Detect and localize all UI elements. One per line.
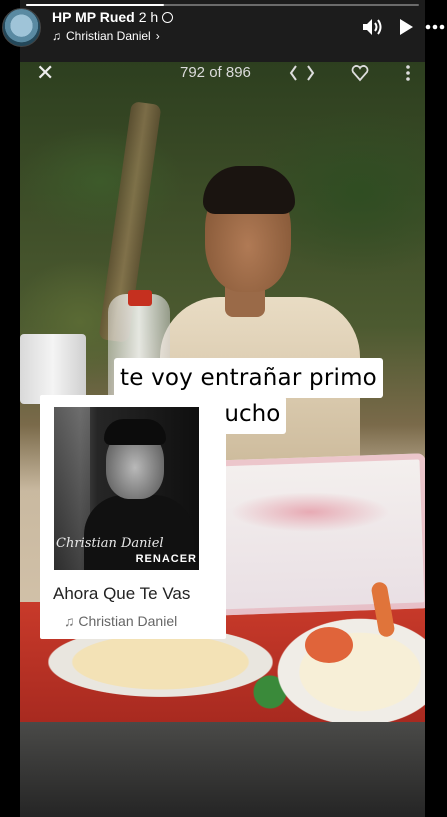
expand-icon (289, 65, 315, 81)
plastic-cups (20, 334, 86, 404)
album-title-text: RENACER (135, 553, 197, 565)
music-note-icon: ♫ (64, 613, 75, 629)
music-note-icon: ♫ (52, 29, 61, 43)
photo-viewer-icons (289, 64, 411, 82)
globe-icon (162, 12, 174, 23)
person-hair (203, 166, 295, 214)
song-artist: Christian Daniel (78, 613, 178, 629)
close-icon: ✕ (36, 62, 55, 85)
cake-decoration (230, 492, 390, 532)
play-icon[interactable] (395, 16, 417, 38)
song-artist-row: ♫ Christian Daniel (64, 613, 177, 629)
song-title: Ahora Que Te Vas (53, 584, 191, 603)
photo-viewer-bar: ✕ 792 of 896 (20, 62, 425, 88)
post-time: 2 h (138, 9, 159, 25)
more-options-icon[interactable] (424, 16, 446, 38)
song-link-label: Christian Daniel (66, 29, 151, 43)
story-bottom-area (20, 722, 425, 817)
bottle-cap (128, 290, 152, 306)
chevron-right-icon: › (155, 29, 160, 43)
avatar[interactable] (2, 8, 41, 47)
song-link[interactable]: ♫ Christian Daniel › (52, 29, 160, 43)
kebab-icon (406, 65, 410, 81)
poster-row: HP MP Rued 2 h (52, 9, 174, 25)
photo-counter: 792 of 896 (180, 64, 251, 81)
tomato-slice (305, 627, 353, 663)
plate-of-rice (275, 617, 425, 722)
heart-icon (351, 65, 369, 82)
story-header: HP MP Rued 2 h ♫ Christian Daniel › (0, 0, 447, 52)
album-figure-hair (104, 419, 166, 445)
cake (205, 453, 425, 616)
story-viewer[interactable]: ✕ 792 of 896 te voy entrañar primo mucho (20, 0, 425, 817)
album-cover: Christian Daniel RENACER (54, 407, 199, 570)
album-artist-text: Christian Daniel (56, 536, 164, 551)
poster-name[interactable]: HP MP Rued (52, 9, 135, 25)
music-sticker[interactable]: Christian Daniel RENACER Ahora Que Te Va… (40, 395, 226, 639)
caption-line-1: te voy entrañar primo (114, 358, 383, 398)
speaker-icon[interactable] (361, 16, 383, 38)
